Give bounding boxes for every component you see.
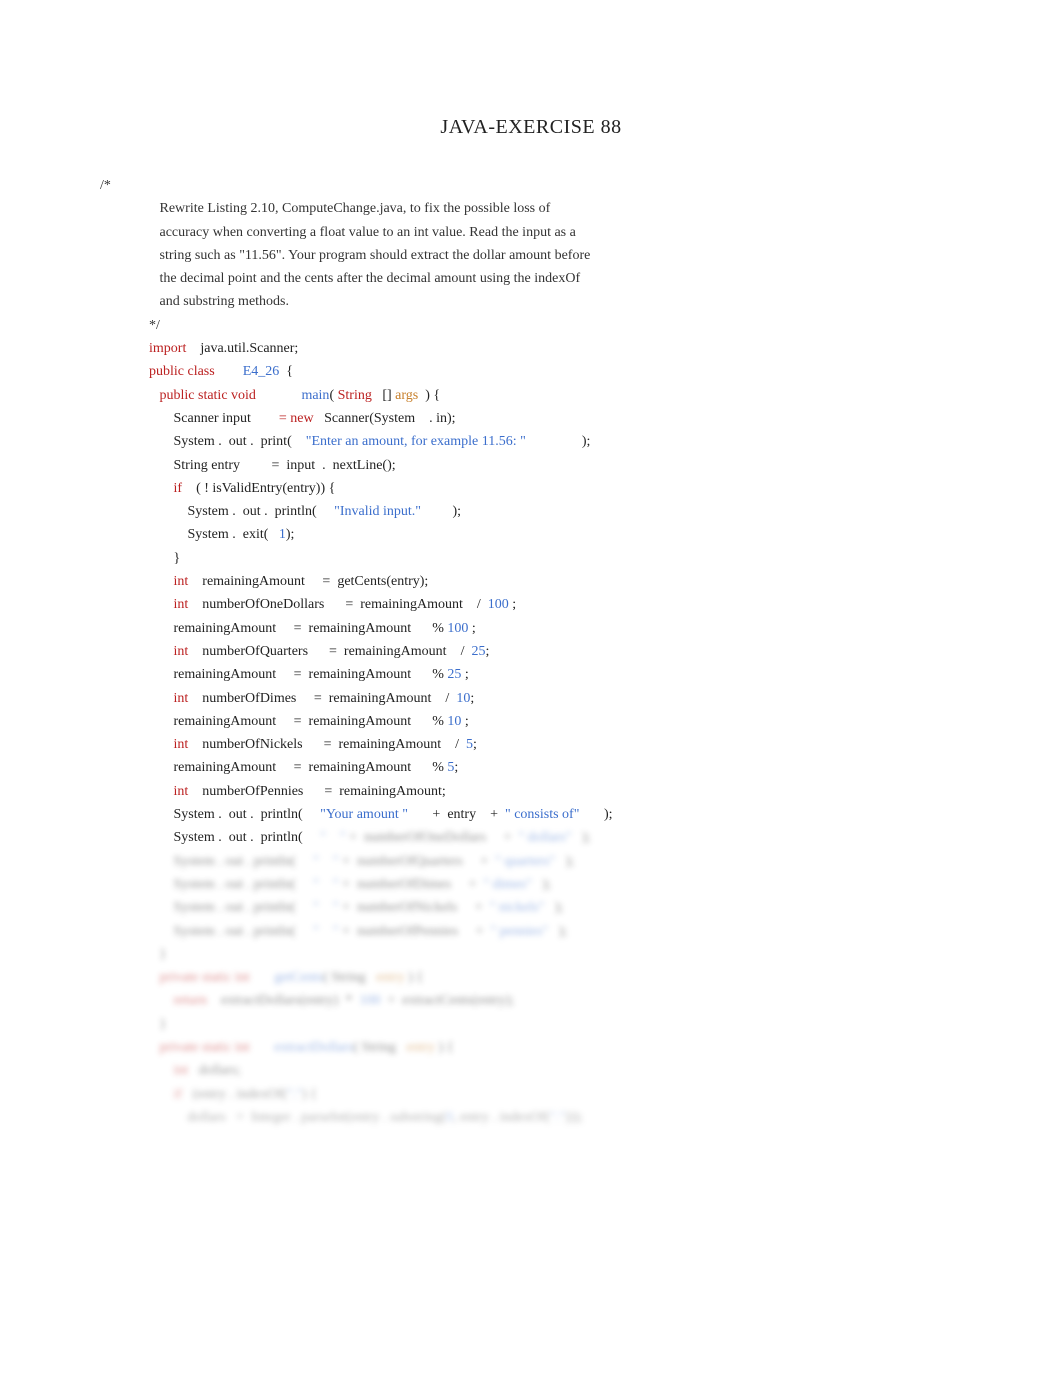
code-line: System . out . println( "Your amount " +… <box>100 807 613 822</box>
code-line: public static void main( String [] args … <box>100 388 440 403</box>
blurred-code-line: private static int extractDollars( Strin… <box>100 1040 454 1055</box>
code-line: String entry = input . nextLine(); <box>100 458 396 473</box>
blurred-code-line: System . out . println( " " + numberOfQu… <box>100 854 574 869</box>
code-line: remainingAmount = remainingAmount % 25 ; <box>100 667 469 682</box>
code-line: import java.util.Scanner; <box>100 341 298 356</box>
blurred-code-line: private static int getCents( String entr… <box>100 970 423 985</box>
code-line: System . out . print( "Enter an amount, … <box>100 434 590 449</box>
code-line: int numberOfQuarters = remainingAmount /… <box>100 644 489 659</box>
page-title: JAVA-EXERCISE 88 <box>100 110 962 144</box>
comment-open: /* <box>100 178 111 193</box>
code-line: remainingAmount = remainingAmount % 10 ; <box>100 714 469 729</box>
code-line: System . out . println( "Invalid input."… <box>100 504 461 519</box>
code-line: remainingAmount = remainingAmount % 5; <box>100 760 458 775</box>
blurred-code-line: System . out . println( " " + numberOfNi… <box>100 900 563 915</box>
code-line: int numberOfDimes = remainingAmount / 10… <box>100 691 474 706</box>
code-line: int numberOfOneDollars = remainingAmount… <box>100 597 516 612</box>
code-line: if ( ! isValidEntry(entry)) { <box>100 481 335 496</box>
comment-line: accuracy when converting a float value t… <box>100 225 576 240</box>
code-line: remainingAmount = remainingAmount % 100 … <box>100 621 476 636</box>
blurred-code-line: int dollars; <box>100 1063 241 1078</box>
code-line: int numberOfPennies = remainingAmount; <box>100 784 446 799</box>
blurred-code-line: } <box>100 1017 166 1032</box>
comment-close: */ <box>100 318 160 333</box>
code-line: int remainingAmount = getCents(entry); <box>100 574 428 589</box>
blurred-code-line: } <box>100 947 166 962</box>
document-page: JAVA-EXERCISE 88 /* Rewrite Listing 2.10… <box>0 0 1062 1377</box>
comment-line: the decimal point and the cents after th… <box>100 271 580 286</box>
comment-line: and substring methods. <box>100 294 289 309</box>
blurred-code-line: if (entry . indexOf(".") { <box>100 1087 317 1102</box>
code-line: Scanner input = new Scanner(System . in)… <box>100 411 456 426</box>
code-line: } <box>100 551 180 566</box>
code-line: System . exit( 1); <box>100 527 294 542</box>
comment-line: string such as "11.56". Your program sho… <box>100 248 590 263</box>
code-line: int numberOfNickels = remainingAmount / … <box>100 737 477 752</box>
blurred-code-line: dollars = Integer . parseInt(entry . sub… <box>100 1110 583 1125</box>
blurred-code-line: System . out . println( " " + numberOfDi… <box>100 877 551 892</box>
code-line: public class E4_26 { <box>100 364 293 379</box>
code-listing: /* Rewrite Listing 2.10, ComputeChange.j… <box>100 174 962 1129</box>
blurred-code-line: System . out . println( " " + numberOfOn… <box>100 830 591 845</box>
blurred-code-line: return extractDollars(entry) * 100 + ext… <box>100 993 514 1008</box>
comment-line: Rewrite Listing 2.10, ComputeChange.java… <box>100 201 550 216</box>
blurred-code-line: System . out . println( " " + numberOfPe… <box>100 924 567 939</box>
